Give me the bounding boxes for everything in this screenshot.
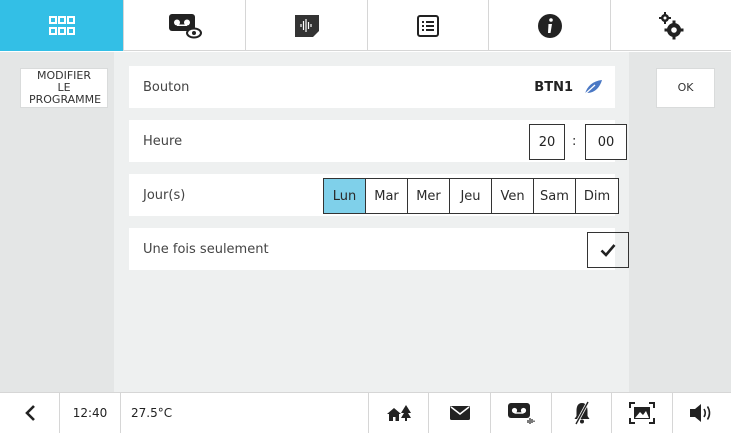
program-form: Bouton BTN1 Heure 20 : 00 Jour(s) Lun Ma… xyxy=(114,52,629,392)
once-checkbox[interactable] xyxy=(587,232,629,268)
list-icon xyxy=(417,14,439,37)
voicemail-icon xyxy=(508,403,535,424)
time-row-label: Heure xyxy=(143,133,183,149)
tab-settings[interactable] xyxy=(611,0,731,51)
tab-info[interactable] xyxy=(489,0,611,51)
button-value: BTN1 xyxy=(534,79,573,95)
mute-ring-button[interactable] xyxy=(552,393,612,433)
days-selector: Lun Mar Mer Jeu Ven Sam Dim xyxy=(323,178,619,214)
picture-button[interactable] xyxy=(612,393,673,433)
mail-icon xyxy=(449,406,470,420)
home-scene-button[interactable] xyxy=(369,393,429,433)
day-sam[interactable]: Sam xyxy=(534,179,576,213)
volume-button[interactable] xyxy=(673,393,731,433)
left-panel: MODIFIER LE PROGRAMME xyxy=(0,52,114,392)
clock-time: 12:40 xyxy=(60,393,121,433)
time-row: Heure 20 : 00 xyxy=(129,120,627,162)
picture-icon xyxy=(629,402,655,424)
tab-list[interactable] xyxy=(368,0,489,51)
tab-apps[interactable] xyxy=(0,0,124,51)
video-message-icon xyxy=(168,13,202,38)
ok-label: OK xyxy=(677,81,694,94)
ok-button[interactable]: OK xyxy=(656,68,715,108)
time-separator: : xyxy=(572,133,577,149)
tab-audio-memo[interactable] xyxy=(246,0,368,51)
day-mer[interactable]: Mer xyxy=(408,179,450,213)
bottom-status-bar: 12:40 27.5°C xyxy=(0,392,731,433)
settings-gears-icon xyxy=(659,11,684,39)
mute-bell-icon xyxy=(574,401,589,425)
audio-memo-icon xyxy=(294,14,319,37)
day-mar[interactable]: Mar xyxy=(366,179,408,213)
modify-program-button[interactable]: MODIFIER LE PROGRAMME xyxy=(20,68,108,108)
minute-field[interactable]: 00 xyxy=(585,124,627,160)
once-row: Une fois seulement xyxy=(129,228,629,270)
volume-icon xyxy=(690,404,711,422)
days-row-label: Jour(s) xyxy=(143,187,186,203)
right-panel: OK xyxy=(629,52,731,392)
button-row-label: Bouton xyxy=(143,79,190,95)
back-button[interactable] xyxy=(0,393,60,433)
back-chevron-icon xyxy=(24,405,35,421)
top-tab-bar xyxy=(0,0,731,51)
once-row-label: Une fois seulement xyxy=(143,241,269,257)
info-icon xyxy=(537,13,562,38)
tab-video-message[interactable] xyxy=(124,0,246,51)
apps-grid-icon xyxy=(48,15,75,35)
day-jeu[interactable]: Jeu xyxy=(450,179,492,213)
leaf-edit-icon[interactable] xyxy=(583,78,603,100)
hour-field[interactable]: 20 xyxy=(529,124,565,160)
home-tree-icon xyxy=(386,405,411,421)
day-ven[interactable]: Ven xyxy=(492,179,534,213)
voicemail-button[interactable] xyxy=(491,393,552,433)
mail-button[interactable] xyxy=(429,393,491,433)
checkmark-icon xyxy=(600,244,616,257)
days-row: Jour(s) Lun Mar Mer Jeu Ven Sam Dim xyxy=(129,174,619,216)
day-dim[interactable]: Dim xyxy=(576,179,618,213)
temperature-value: 27.5°C xyxy=(131,406,173,420)
button-row[interactable]: Bouton BTN1 xyxy=(129,66,615,108)
day-lun[interactable]: Lun xyxy=(324,179,366,213)
modify-program-label: MODIFIER LE PROGRAMME xyxy=(29,69,102,106)
